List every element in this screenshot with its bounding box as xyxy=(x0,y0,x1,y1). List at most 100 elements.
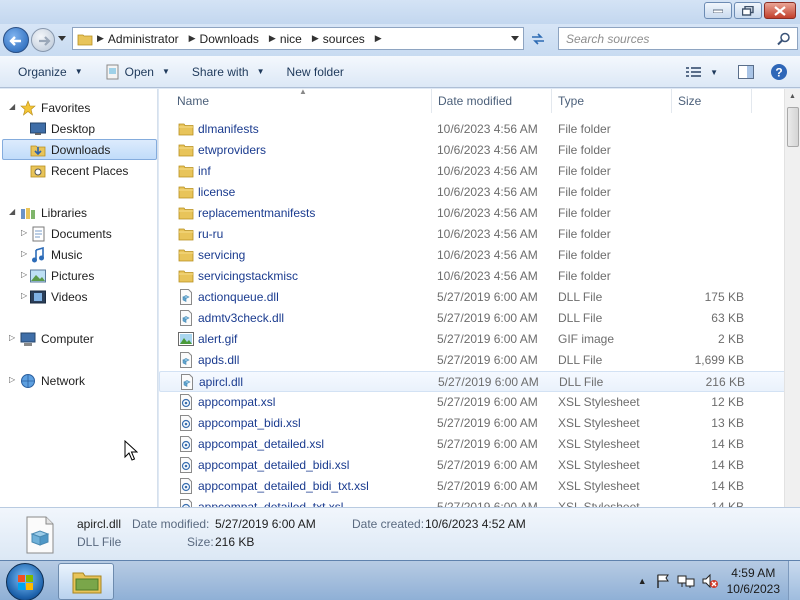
back-button[interactable] xyxy=(3,27,29,53)
breadcrumb-sources[interactable]: sources ▶ xyxy=(319,32,382,46)
file-name: dlmanifests xyxy=(198,122,259,136)
size-label: Size: xyxy=(187,535,214,549)
network-icon xyxy=(20,373,36,389)
address-row: ▶ Administrator ▶ Downloads ▶ nice ▶ source… xyxy=(0,24,800,56)
address-dropdown-icon[interactable] xyxy=(511,36,519,42)
network-status-icon[interactable] xyxy=(677,573,695,589)
file-row[interactable]: apircl.dll 5/27/2019 6:00 AM DLL File 216 K… xyxy=(159,371,789,392)
videos-icon xyxy=(30,289,46,305)
breadcrumb-administrator[interactable]: Administrator ▶ xyxy=(104,32,196,46)
nav-pictures[interactable]: Pictures xyxy=(30,265,94,286)
open-button[interactable]: Open ▼ xyxy=(97,61,178,83)
recent-pages-chevron-icon[interactable] xyxy=(58,36,66,42)
file-date-modified: 10/6/2023 4:56 AM xyxy=(437,206,538,220)
show-desktop-button[interactable] xyxy=(788,561,800,600)
system-tray: ▲ 4:59 AM 10/6/2023 xyxy=(638,561,800,600)
file-row[interactable]: appcompat.xsl 5/27/2019 6:00 AM XSL Styles… xyxy=(159,392,789,413)
file-row[interactable]: etwproviders 10/6/2023 4:56 AM File folder xyxy=(159,140,789,161)
breadcrumb-nice[interactable]: nice ▶ xyxy=(276,32,319,46)
minimize-button[interactable] xyxy=(704,2,732,19)
refresh-button[interactable] xyxy=(526,28,550,50)
new-folder-button[interactable]: New folder xyxy=(279,61,352,83)
file-date-modified: 5/27/2019 6:00 AM xyxy=(437,437,538,451)
file-type: File folder xyxy=(558,206,611,220)
nav-favorites[interactable]: Favorites xyxy=(20,97,90,118)
file-row[interactable]: appcompat_bidi.xsl 5/27/2019 6:00 AM XSL S… xyxy=(159,413,789,434)
close-button[interactable] xyxy=(764,2,796,19)
file-row[interactable]: appcompat_detailed_bidi.xsl 5/27/2019 6:0… xyxy=(159,455,789,476)
breadcrumb-chevron-icon[interactable]: ▶ xyxy=(375,33,382,44)
mouse-cursor-icon xyxy=(124,440,138,461)
scroll-up-icon[interactable]: ▲ xyxy=(789,93,796,100)
share-with-button[interactable]: Share with ▼ xyxy=(184,61,273,83)
breadcrumb-chevron-icon[interactable]: ▶ xyxy=(312,33,319,44)
breadcrumb-downloads[interactable]: Downloads ▶ xyxy=(196,32,276,46)
file-row[interactable]: admtv3check.dll 5/27/2019 6:00 AM DLL File… xyxy=(159,308,789,329)
file-date-modified: 5/27/2019 6:00 AM xyxy=(437,416,538,430)
action-center-flag-icon[interactable] xyxy=(655,573,671,589)
breadcrumb-chevron-icon[interactable]: ▶ xyxy=(189,33,196,44)
column-name[interactable]: Name xyxy=(171,89,432,113)
forward-button[interactable] xyxy=(31,28,55,52)
file-row[interactable]: dlmanifests 10/6/2023 4:56 AM File folder xyxy=(159,119,789,140)
file-date-modified: 10/6/2023 4:56 AM xyxy=(437,269,538,283)
expand-pictures-icon[interactable]: ▷ xyxy=(21,270,27,279)
maximize-button[interactable] xyxy=(734,2,762,19)
file-row[interactable]: inf 10/6/2023 4:56 AM File folder xyxy=(159,161,789,182)
file-type: DLL File xyxy=(558,311,603,325)
expand-computer-icon[interactable]: ▷ xyxy=(9,333,15,342)
expand-music-icon[interactable]: ▷ xyxy=(21,249,27,258)
expand-documents-icon[interactable]: ▷ xyxy=(21,228,27,237)
expand-network-icon[interactable]: ▷ xyxy=(9,375,15,384)
nav-documents[interactable]: Documents xyxy=(30,223,112,244)
file-row[interactable]: servicing 10/6/2023 4:56 AM File folder xyxy=(159,245,789,266)
volume-muted-icon[interactable] xyxy=(701,573,719,589)
search-input[interactable]: Search sources xyxy=(558,27,798,50)
column-date-modified[interactable]: Date modified xyxy=(432,89,552,113)
address-bar[interactable]: ▶ Administrator ▶ Downloads ▶ nice ▶ source… xyxy=(72,27,524,50)
file-row[interactable]: replacementmanifests 10/6/2023 4:56 AM Fil… xyxy=(159,203,789,224)
file-row[interactable]: apds.dll 5/27/2019 6:00 AM DLL File 1,699 K… xyxy=(159,350,789,371)
expand-libraries-icon[interactable]: ◢ xyxy=(9,207,15,216)
file-row[interactable]: appcompat_detailed_bidi_txt.xsl 5/27/2019… xyxy=(159,476,789,497)
file-date-modified: 5/27/2019 6:00 AM xyxy=(437,458,538,472)
nav-videos[interactable]: Videos xyxy=(30,286,87,307)
nav-desktop[interactable]: Desktop xyxy=(30,118,95,139)
search-icon[interactable] xyxy=(777,32,791,46)
file-row[interactable]: ru-ru 10/6/2023 4:56 AM File folder xyxy=(159,224,789,245)
clock[interactable]: 4:59 AM 10/6/2023 xyxy=(727,565,780,597)
file-date-modified: 5/27/2019 6:00 AM xyxy=(437,479,538,493)
file-date-modified: 10/6/2023 4:56 AM xyxy=(437,143,538,157)
change-view-button[interactable]: ▼ xyxy=(678,61,726,83)
file-row[interactable]: appcompat_detailed_txt.xsl 5/27/2019 6:00… xyxy=(159,497,789,507)
file-row[interactable]: actionqueue.dll 5/27/2019 6:00 AM DLL File… xyxy=(159,287,789,308)
help-button[interactable]: ? xyxy=(762,61,796,83)
breadcrumb-chevron-icon[interactable]: ▶ xyxy=(269,33,276,44)
nav-recent-places[interactable]: Recent Places xyxy=(30,160,128,181)
file-row[interactable]: license 10/6/2023 4:56 AM File folder xyxy=(159,182,789,203)
file-row[interactable]: appcompat_detailed.xsl 5/27/2019 6:00 AM X… xyxy=(159,434,789,455)
nav-computer[interactable]: Computer xyxy=(20,328,94,349)
nav-libraries[interactable]: Libraries xyxy=(20,202,87,223)
file-size: 1,699 KB xyxy=(694,353,744,367)
file-row[interactable]: alert.gif 5/27/2019 6:00 AM GIF image 2 KB xyxy=(159,329,789,350)
column-size[interactable]: Size xyxy=(672,89,752,113)
organize-button[interactable]: Organize ▼ xyxy=(10,61,91,83)
nav-downloads[interactable]: Downloads xyxy=(2,139,157,160)
scrollbar-thumb[interactable] xyxy=(787,107,799,147)
file-name: actionqueue.dll xyxy=(198,290,279,304)
vertical-scrollbar[interactable]: ▲ xyxy=(784,89,800,507)
preview-pane-button[interactable] xyxy=(730,61,762,83)
chevron-down-icon: ▼ xyxy=(256,67,265,76)
column-type[interactable]: Type xyxy=(552,89,672,113)
breadcrumb-separator-icon[interactable]: ▶ xyxy=(97,33,104,44)
expand-videos-icon[interactable]: ▷ xyxy=(21,291,27,300)
expand-favorites-icon[interactable]: ◢ xyxy=(9,102,15,111)
folder-icon xyxy=(178,247,194,263)
file-row[interactable]: servicingstackmisc 10/6/2023 4:56 AM File … xyxy=(159,266,789,287)
nav-network[interactable]: Network xyxy=(20,370,85,391)
show-hidden-icons-icon[interactable]: ▲ xyxy=(638,576,647,586)
start-button[interactable] xyxy=(6,563,44,600)
nav-music[interactable]: Music xyxy=(30,244,82,265)
taskbar-explorer-button[interactable] xyxy=(58,563,114,600)
